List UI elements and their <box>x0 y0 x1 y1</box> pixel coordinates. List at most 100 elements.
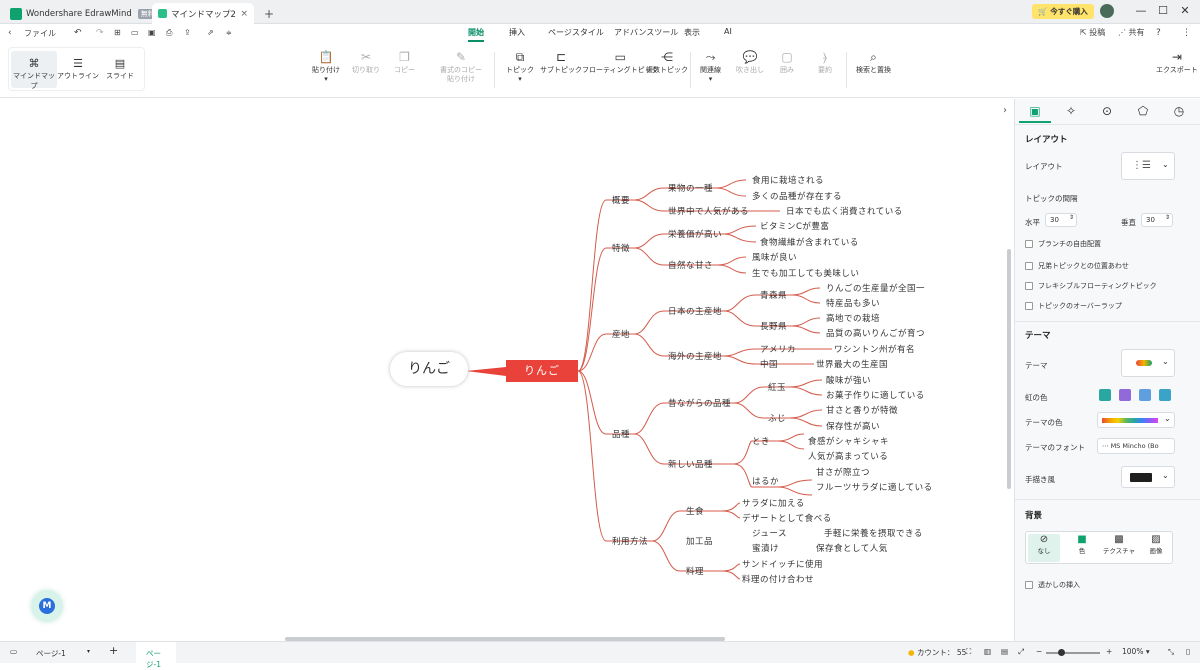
subtopic[interactable]: 栄養価が高い <box>668 228 722 240</box>
branch-topic[interactable]: 利用方法 <box>612 535 648 547</box>
subtopic[interactable]: 紅玉 <box>768 381 786 393</box>
subtopic[interactable]: ビタミンCが豊富 <box>760 220 829 232</box>
back-icon[interactable]: ‹ <box>8 26 12 40</box>
format-copy-button[interactable]: ✎ 書式のコピー 貼り付け <box>440 50 482 84</box>
checkbox-box[interactable] <box>1025 302 1033 310</box>
find-replace-button[interactable]: ⌕ 検索と置換 <box>856 50 891 75</box>
subtopic[interactable]: 保存性が高い <box>826 420 880 432</box>
branch-topic[interactable]: 特徴 <box>612 242 630 254</box>
checkbox-box[interactable] <box>1025 282 1033 290</box>
subtopic[interactable]: 人気が高まっている <box>808 450 888 462</box>
topic-button[interactable]: ⧉ トピック ▾ <box>506 50 534 84</box>
print-icon[interactable]: ⎙ <box>166 26 172 40</box>
tab-history[interactable]: ◷ <box>1163 99 1195 123</box>
subtopic[interactable]: 世界最大の生産国 <box>816 358 888 370</box>
add-page-button[interactable]: + <box>109 644 118 657</box>
new-tab-button[interactable]: + <box>258 3 280 24</box>
root-topic-outer[interactable]: りんご <box>390 352 468 386</box>
cut-button[interactable]: ✂ 切り取り <box>352 50 380 75</box>
rainbow-swatch-3[interactable] <box>1139 389 1151 401</box>
subtopic[interactable]: 料理の付け合わせ <box>742 573 814 585</box>
undo-icon[interactable]: ↶ <box>74 26 82 40</box>
subtopic[interactable]: デザートとして食べる <box>742 512 832 524</box>
subtopic[interactable]: 生食 <box>686 505 704 517</box>
handdrawn-select[interactable]: ⌄ <box>1121 466 1175 488</box>
theme-font-select[interactable]: ⋯ MS Mincho (Bo <box>1097 438 1175 454</box>
new-icon[interactable]: ⊞ <box>114 26 121 40</box>
branch-topic[interactable]: 産地 <box>612 328 630 340</box>
help-icon[interactable]: ? <box>1156 26 1161 40</box>
minimize-icon[interactable]: — <box>1132 2 1150 20</box>
subtopic[interactable]: 高地での栽培 <box>826 312 880 324</box>
subtopic[interactable]: ワシントン州が有名 <box>834 343 915 355</box>
document-tab[interactable]: マインドマップ2 × <box>152 3 254 24</box>
summary-button[interactable]: ⦒ 要約 <box>818 50 832 75</box>
callout-button[interactable]: 💬 吹き出し <box>736 50 764 75</box>
subtopic[interactable]: 海外の主産地 <box>668 350 722 362</box>
subtopic[interactable]: サラダに加える <box>742 497 805 509</box>
app-tab[interactable]: Wondershare EdrawMind 無料 <box>4 3 164 24</box>
subtopic[interactable]: 新しい品種 <box>668 458 713 470</box>
subtopic[interactable]: 風味が良い <box>752 251 797 263</box>
bg-texture-button[interactable]: ▩ テクスチャ <box>1102 534 1136 562</box>
subtopic[interactable]: 酸味が強い <box>826 374 871 386</box>
redo-icon[interactable]: ↷ <box>96 26 104 40</box>
avatar[interactable] <box>1100 4 1114 18</box>
collapse-status-icon[interactable]: ▯ <box>1186 647 1190 656</box>
subtopic[interactable]: 食感がシャキシャキ <box>808 435 889 447</box>
tab-marker[interactable]: ⊙ <box>1091 99 1123 123</box>
free-branch-checkbox[interactable]: ブランチの自由配置 <box>1025 239 1101 249</box>
subtopic[interactable]: りんごの生産量が全国一 <box>826 282 925 294</box>
rainbow-swatch-2[interactable] <box>1119 389 1131 401</box>
subtopic[interactable]: アメリカ <box>760 343 796 355</box>
publish-button[interactable]: ⇱ 投稿 <box>1080 26 1105 40</box>
central-topic[interactable]: りんご <box>506 360 578 382</box>
theme-color-select[interactable]: ⌄ <box>1097 412 1175 428</box>
subtopic[interactable]: ジュース <box>752 527 787 539</box>
bg-none-button[interactable]: ⊘ なし <box>1028 534 1060 562</box>
subtopic[interactable]: 長野県 <box>760 320 787 332</box>
fit-screen-icon[interactable]: ⤡ <box>1168 647 1174 657</box>
more-icon[interactable]: ⋮ <box>1182 26 1191 40</box>
zoom-level[interactable]: 100% ▾ <box>1122 647 1150 656</box>
mindmap-canvas[interactable]: りんご りんご 概要 特徴 産地 品種 利用方法 果物の一種 世界中で人気がある… <box>0 99 1014 641</box>
fit-page-icon[interactable]: ⛶ <box>966 647 971 657</box>
horizontal-spacing-input[interactable]: 30 ⇕ <box>1045 213 1077 227</box>
menu-page-style[interactable]: ページスタイル <box>548 27 604 38</box>
bg-color-button[interactable]: ■ 色 <box>1066 534 1098 562</box>
menu-insert[interactable]: 挿入 <box>509 27 525 38</box>
subtopic[interactable]: 加工品 <box>686 535 713 547</box>
menu-ai[interactable]: AI <box>724 27 732 36</box>
subtopic[interactable]: 多くの品種が存在する <box>752 190 842 202</box>
layout-select[interactable]: ⋮☰ ⌄ <box>1121 152 1175 180</box>
buy-now-button[interactable]: 🛒 今すぐ購入 <box>1032 4 1094 19</box>
subtopic[interactable]: 果物の一種 <box>668 182 713 194</box>
open-icon[interactable]: ▭ <box>131 26 139 40</box>
collapse-panel-icon[interactable]: › <box>1003 105 1015 121</box>
export-button[interactable]: ⇥ エクスポート <box>1156 50 1198 75</box>
subtopic[interactable]: 甘さが際立つ <box>816 466 870 478</box>
presentation-icon[interactable]: ▤ <box>1001 647 1008 656</box>
save-icon[interactable]: ▣ <box>148 26 156 40</box>
sibling-align-checkbox[interactable]: 兄弟トピックとの位置あわせ <box>1025 261 1129 271</box>
tab-ai[interactable]: ✧ <box>1055 99 1087 123</box>
zoom-slider[interactable] <box>1046 652 1100 654</box>
branch-topic[interactable]: 品種 <box>612 428 630 440</box>
subtopic[interactable]: 中国 <box>760 358 778 370</box>
subtopic[interactable]: ふじ <box>768 412 786 424</box>
ai-assistant-button[interactable]: M <box>32 591 62 621</box>
rainbow-swatch-1[interactable] <box>1099 389 1111 401</box>
tab-layout-style[interactable]: ▣ <box>1019 99 1051 123</box>
maximize-icon[interactable]: ☐ <box>1154 2 1172 20</box>
menu-advanced-tools[interactable]: アドバンスツール <box>614 27 678 38</box>
fullscreen-icon[interactable]: ⤢ <box>1018 647 1024 657</box>
page-select[interactable]: ページ-1 ▾ <box>28 645 94 660</box>
file-menu[interactable]: ファイル <box>24 27 56 41</box>
checkbox-box[interactable] <box>1025 240 1033 248</box>
stepper-icon[interactable]: ⇕ <box>1165 214 1170 221</box>
flexible-floating-checkbox[interactable]: フレキシブルフローティングトピック <box>1025 281 1157 291</box>
tab-icons[interactable]: ⬠ <box>1127 99 1159 123</box>
vertical-scrollbar[interactable] <box>1007 249 1011 489</box>
branch-topic[interactable]: 概要 <box>612 194 630 206</box>
vertical-spacing-input[interactable]: 30 ⇕ <box>1141 213 1173 227</box>
